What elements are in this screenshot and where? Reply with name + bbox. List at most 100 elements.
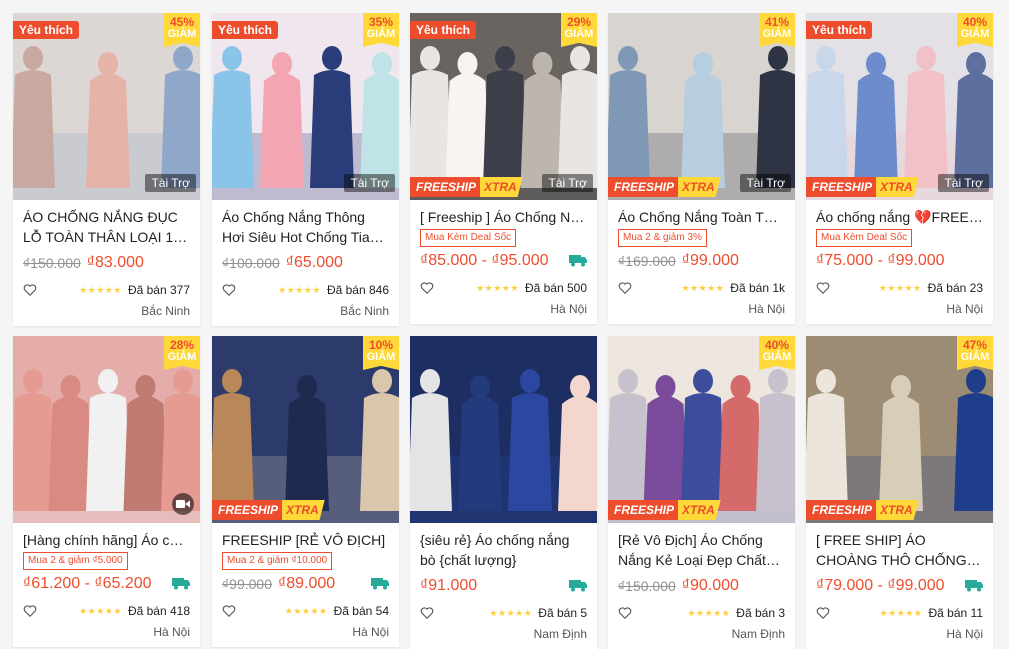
meta-row: ★★★★★ Đã bán 11 — [816, 605, 983, 621]
product-card[interactable]: 41% GIẢM Tài Trợ FREESHIP XTRA Áo Chống Nắng … — [608, 13, 795, 324]
meta-row: ★★★★★ Đã bán 5 — [420, 605, 587, 621]
rating-stars: ★★★★★ — [79, 284, 122, 295]
product-title[interactable]: Áo Chống Nắng Toàn Thân — [618, 207, 785, 227]
product-thumbnail[interactable] — [410, 336, 597, 523]
shop-location: Bắc Ninh — [141, 304, 190, 318]
product-title[interactable]: [Rẻ Vô Địch] Áo Chống Nắng Kẻ Loại Đẹp C… — [618, 530, 785, 570]
rating-stars: ★★★★★ — [879, 607, 923, 618]
product-thumbnail[interactable]: 10% GIẢM FREESHIP XTRA — [212, 336, 399, 523]
product-card[interactable]: Yêu thích 29% GIẢM Tài Trợ FREESHIP XTRA [ Fre… — [410, 13, 597, 324]
sold-count: Đã bán 54 — [333, 604, 389, 618]
product-card[interactable]: 40% GIẢM FREESHIP XTRA [Rẻ Vô Địch] Áo Chống… — [608, 336, 795, 649]
product-title[interactable]: [ Freeship ] Áo Chống Nắng — [420, 207, 587, 227]
heart-icon[interactable] — [222, 283, 236, 297]
promo-tag: Mua 2 & giảm ₫10.000 — [222, 552, 333, 570]
discount-percent: 40% — [764, 338, 790, 352]
xtra-label: XTRA — [876, 500, 919, 520]
video-badge — [172, 493, 194, 515]
rating-stars: ★★★★★ — [284, 605, 328, 616]
heart-icon[interactable] — [618, 606, 632, 620]
product-card[interactable]: 28%GIẢM [Hàng chính hãng] Áo chống nắng Mu… — [13, 336, 200, 647]
product-thumbnail[interactable]: Yêu thích 35% GIẢM Tài Trợ — [212, 13, 399, 200]
heart-icon[interactable] — [23, 604, 37, 618]
product-title[interactable]: ÁO CHỐNG NẮNG ĐỤC LỖ TOÀN THÂN LOẠI 1 DỆ… — [23, 207, 190, 247]
product-thumbnail[interactable]: 28% GIẢM — [13, 336, 200, 523]
product-title[interactable]: [ FREE SHIP] ÁO CHOÀNG THÔ CHỐNG NẮNG — [816, 530, 983, 570]
discount-label: GIẢM — [564, 27, 594, 40]
free-shipping-icon — [172, 578, 190, 590]
free-shipping-icon — [965, 580, 983, 592]
favorite-badge: Yêu thích — [13, 21, 80, 39]
product-card[interactable]: Yêu thích 35% GIẢM Tài Trợ Áo Chống Nắng Thô… — [212, 13, 399, 326]
sold-count: Đã bán 1k — [730, 281, 785, 295]
product-thumbnail[interactable]: 41% GIẢM Tài Trợ FREESHIP XTRA — [608, 13, 795, 200]
sold-count: Đã bán 418 — [127, 604, 190, 618]
free-shipping-icon — [569, 255, 587, 267]
current-price: ₫61.200 - ₫65.200 — [23, 575, 152, 592]
discount-label: GIẢM — [762, 27, 792, 40]
product-info: Áo Chống Nắng Thông Hơi Siêu Hot Chống T… — [212, 200, 399, 326]
heart-icon[interactable] — [222, 604, 236, 618]
rating-stars: ★★★★★ — [878, 282, 922, 293]
discount-percent: 47% — [962, 338, 988, 352]
product-title[interactable]: FREESHIP [RẺ VÔ ĐỊCH] — [222, 530, 389, 550]
discount-badge: 10% GIẢM — [363, 336, 399, 370]
meta-row: ★★★★★ Đã bán 846 — [222, 282, 389, 298]
meta-row: ★★★★★ Đã bán 3 — [618, 605, 785, 621]
free-shipping-icon — [569, 580, 587, 592]
product-card[interactable]: 10% GIẢM FREESHIP XTRA FREESHIP [RẺ VÔ ĐỊCH]… — [212, 336, 399, 647]
product-info: [ FREE SHIP] ÁO CHOÀNG THÔ CHỐNG NẮNG ₫79… — [806, 523, 993, 649]
product-thumbnail[interactable]: Yêu thích 29% GIẢM Tài Trợ FREESHIP XTRA — [410, 13, 597, 200]
discount-badge: 28% GIẢM — [164, 336, 200, 370]
promo-tag: Mua Kèm Deal Sốc — [816, 229, 913, 247]
product-card[interactable]: 47% GIẢM FREESHIP XTRA [ FREE SHIP] ÁO CHOÀN… — [806, 336, 993, 649]
product-info: [Rẻ Vô Địch] Áo Chống Nắng Kẻ Loại Đẹp C… — [608, 523, 795, 649]
discount-label: GIẢM — [366, 350, 396, 363]
product-card[interactable]: Yêu thích 45% GIẢM Tài Trợ ÁO CHỐNG NẮNG ĐỤC… — [13, 13, 200, 326]
product-thumbnail[interactable]: 40% GIẢM FREESHIP XTRA — [608, 336, 795, 523]
promo-tag: Mua 2 & giảm ₫5.000 — [23, 552, 128, 570]
product-card[interactable]: {siêu rẻ} Áo chống nắng bò {chất lượng} ₫… — [410, 336, 597, 649]
shop-location: Bắc Ninh — [340, 304, 389, 318]
original-price: ₫150.000 — [618, 578, 676, 594]
price-row: ₫100.000 ₫65.000 — [222, 252, 389, 274]
current-price: ₫85.000 - ₫95.000 — [420, 252, 549, 269]
price-row: ₫85.000 - ₫95.000 — [420, 250, 587, 272]
current-price: ₫89.000 — [278, 575, 336, 592]
discount-label: GIẢM — [366, 27, 396, 40]
current-price: ₫83.000 — [86, 254, 144, 271]
heart-icon[interactable] — [420, 606, 434, 620]
heart-icon[interactable] — [816, 606, 830, 620]
heart-icon[interactable] — [816, 281, 830, 295]
product-thumbnail[interactable]: 47% GIẢM FREESHIP XTRA — [806, 336, 993, 523]
product-title[interactable]: Áo Chống Nắng Thông Hơi Siêu Hot Chống T… — [222, 207, 389, 247]
heart-icon[interactable] — [420, 281, 434, 295]
discount-percent: 45% — [169, 15, 195, 29]
sold-count: Đã bán 11 — [928, 606, 984, 620]
sold-count: Đã bán 5 — [538, 606, 587, 620]
product-card[interactable]: Yêu thích 40% GIẢM Tài Trợ FREESHIP XTRA Áo ch… — [806, 13, 993, 324]
product-thumbnail[interactable]: Yêu thích 40% GIẢM Tài Trợ FREESHIP XTRA — [806, 13, 993, 200]
rating-stars: ★★★★★ — [278, 284, 321, 295]
shop-location: Nam Định — [533, 627, 587, 641]
product-thumbnail[interactable]: Yêu thích 45% GIẢM Tài Trợ — [13, 13, 200, 200]
product-title[interactable]: {siêu rẻ} Áo chống nắng bò {chất lượng} — [420, 530, 587, 570]
freeship-label: FREESHIP — [410, 177, 481, 197]
price-row: ₫150.000 ₫83.000 — [23, 252, 190, 274]
product-image[interactable] — [410, 336, 597, 523]
xtra-label: XTRA — [282, 500, 325, 520]
heart-icon[interactable] — [618, 281, 632, 295]
sold-count: Đã bán 23 — [927, 281, 983, 295]
video-icon — [176, 500, 190, 508]
promo-tag: Mua Kèm Deal Sốc — [420, 229, 517, 247]
discount-badge: 29% GIẢM — [561, 13, 597, 47]
product-title[interactable]: Áo chống nắng 💔FREESHIP — [816, 207, 983, 227]
heart-icon[interactable] — [23, 283, 37, 297]
price-row: ₫169.000 ₫99.000 — [618, 250, 785, 272]
freeship-label: FREESHIP — [608, 177, 679, 197]
price-row: ₫61.200 - ₫65.200 — [23, 573, 190, 595]
current-price: ₫90.000 — [681, 577, 739, 594]
product-title[interactable]: [Hàng chính hãng] Áo chống nắng — [23, 530, 190, 550]
discount-badge: 47% GIẢM — [957, 336, 993, 370]
sponsored-label: Tài Trợ — [740, 174, 791, 192]
